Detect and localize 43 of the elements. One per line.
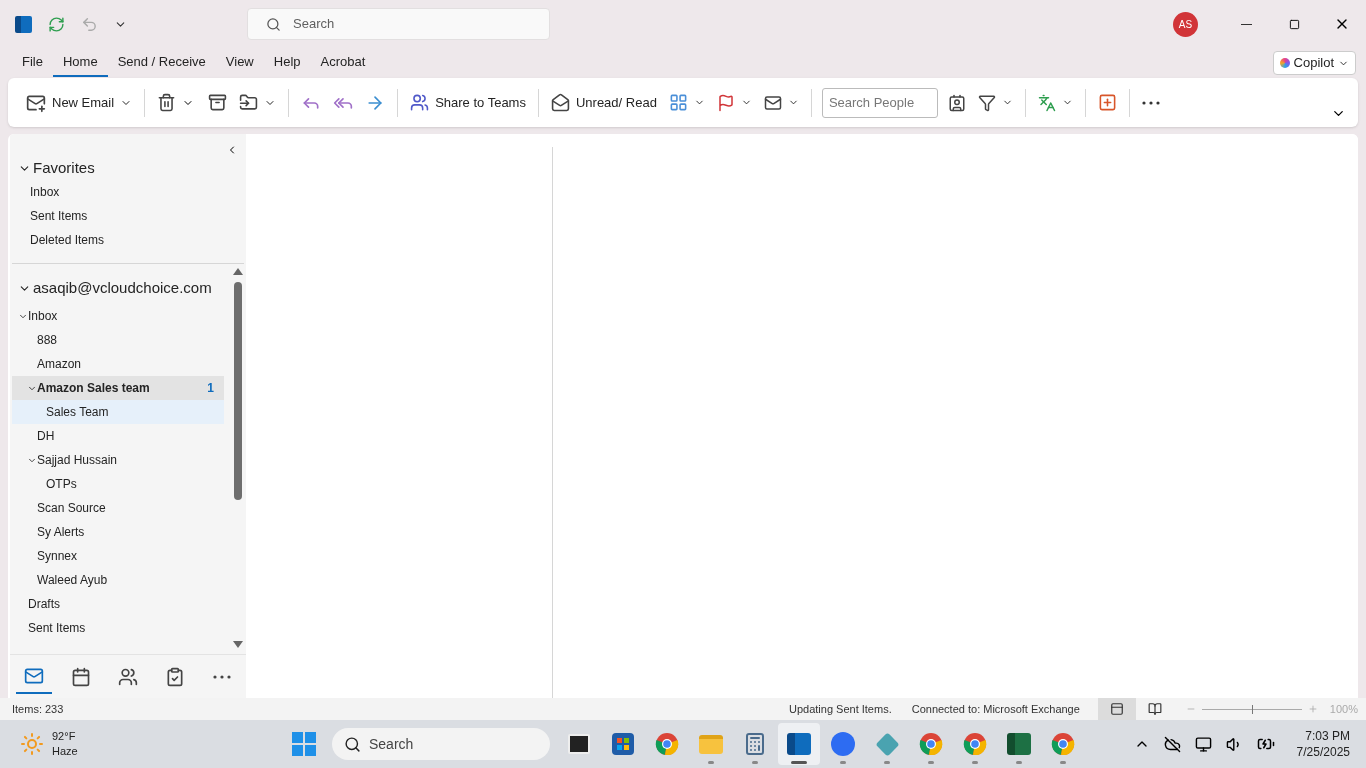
folder-item[interactable]: Sales Team: [12, 400, 224, 424]
unread-read-button[interactable]: Unread/ Read: [544, 86, 663, 119]
folder-item[interactable]: Sent Items: [12, 616, 224, 640]
folder-item[interactable]: Scan Source: [12, 496, 224, 520]
menu-tab[interactable]: Send / Receive: [107, 49, 216, 77]
favorites-header[interactable]: Favorites: [10, 156, 246, 180]
folder-item[interactable]: Amazon Sales team 1: [12, 376, 224, 400]
sync-status: Updating Sent Items.: [788, 701, 892, 717]
favorite-item[interactable]: Deleted Items: [10, 228, 246, 252]
menu-tab[interactable]: File: [12, 49, 53, 77]
copilot-button[interactable]: Copilot: [1272, 51, 1356, 75]
clock-time[interactable]: 7:03 PM: [1305, 728, 1350, 744]
share-to-teams-button[interactable]: Share to Teams: [404, 86, 532, 119]
folder-item[interactable]: DH: [12, 424, 224, 448]
unread-count: 1: [207, 380, 214, 397]
menu-tab[interactable]: Acrobat: [310, 49, 376, 77]
folder-item[interactable]: Waleed Ayub: [12, 568, 224, 592]
search-people-field[interactable]: Search People: [821, 87, 938, 118]
item-count: Items: 233: [12, 701, 64, 717]
favorite-item[interactable]: Sent Items: [10, 204, 246, 228]
clock-date[interactable]: 7/25/2025: [1296, 744, 1350, 760]
menu-tab[interactable]: Help: [263, 49, 311, 77]
folder-item[interactable]: OTPs: [12, 472, 224, 496]
connection-status: Connected to: Microsoft Exchange: [911, 701, 1080, 717]
avatar[interactable]: AS: [1173, 11, 1198, 37]
favorite-item[interactable]: Inbox: [10, 180, 246, 204]
folder-item[interactable]: Synnex: [12, 544, 224, 568]
folder-item[interactable]: 888: [12, 328, 224, 352]
folder-item[interactable]: Drafts: [12, 592, 224, 616]
menu-tab[interactable]: View: [215, 49, 264, 77]
weather-condition: Haze: [52, 744, 78, 759]
temperature: 92°F: [52, 729, 77, 744]
section-title: Favorites: [33, 157, 95, 178]
account-name: asaqib@vcloudchoice.com: [33, 277, 212, 298]
folder-item[interactable]: Inbox: [12, 304, 224, 328]
taskbar-search-field[interactable]: Search: [332, 728, 550, 760]
zoom-level: 100%: [1329, 701, 1358, 717]
search-field[interactable]: Search: [247, 8, 550, 40]
folder-item[interactable]: Amazon: [12, 352, 224, 376]
new-email-button[interactable]: New Email: [20, 86, 139, 119]
folder-item[interactable]: Sy Alerts: [12, 520, 224, 544]
account-header[interactable]: asaqib@vcloudchoice.com: [10, 272, 232, 304]
folder-item[interactable]: Sajjad Hussain: [12, 448, 224, 472]
